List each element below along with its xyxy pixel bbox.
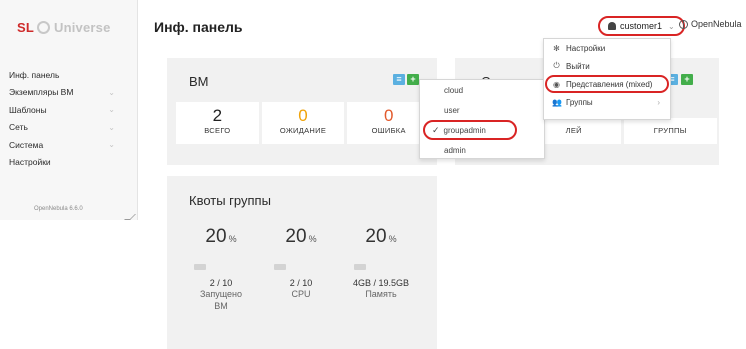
view-item-groupadmin[interactable]: ✓ groupadmin	[423, 120, 517, 140]
user-menu-button[interactable]: customer1 ⌄	[598, 16, 685, 36]
chevron-down-icon: ⌄	[108, 87, 115, 97]
system-stat-groups[interactable]: ГРУППЫ	[623, 118, 717, 144]
page-title: Инф. панель	[154, 19, 243, 35]
users-icon: 👥	[552, 97, 562, 107]
quota-card-title: Квоты группы	[189, 193, 271, 208]
sidebar-item-vms[interactable]: Экземпляры ВМ ⌄	[9, 84, 129, 102]
view-item-cloud[interactable]: cloud	[420, 80, 544, 100]
chevron-down-icon: ⌄	[668, 21, 675, 31]
view-item-user[interactable]: user	[420, 100, 544, 120]
resize-grip-icon[interactable]	[124, 214, 136, 220]
quota-card: Квоты группы 20% 2 / 10 Запущено ВМ 20% …	[167, 176, 437, 349]
brand-sl: SL	[17, 20, 35, 35]
quota-cpu: 20% 2 / 10 CPU	[261, 226, 341, 312]
vm-stats: 2 ВСЕГО 0 ОЖИДАНИЕ 0 ОШИБКА	[176, 102, 431, 144]
chevron-right-icon: ›	[657, 97, 660, 107]
sidebar-item-templates[interactable]: Шаблоны ⌄	[9, 101, 129, 119]
sidebar-nav: Инф. панель Экземпляры ВМ ⌄ Шаблоны ⌄ Сеть…	[9, 66, 129, 171]
power-icon: ⏻	[553, 61, 560, 70]
quota-running-vms: 20% 2 / 10 Запущено ВМ	[181, 226, 261, 312]
user-dropdown-menu: ✻ Настройки ⏻ Выйти ◉ Представления (mixed)…	[543, 38, 671, 120]
user-icon	[608, 22, 616, 30]
vm-stat-pending[interactable]: 0 ОЖИДАНИЕ	[261, 102, 345, 144]
eye-icon: ◉	[553, 79, 560, 89]
sidebar-item-settings[interactable]: Настройки	[9, 154, 129, 172]
zone-name: OpenNebula	[691, 19, 742, 29]
views-submenu: cloud user ✓ groupadmin admin	[419, 79, 545, 159]
quota-progress-bar	[194, 264, 206, 270]
brand-name: Universe	[54, 20, 111, 35]
chevron-down-icon: ⌄	[108, 122, 115, 132]
gear-icon: ✻	[553, 43, 560, 53]
sidebar: SL Universe Инф. панель Экземпляры ВМ ⌄ Ша…	[0, 0, 138, 220]
quota-progress-bar	[274, 264, 286, 270]
vm-stat-error[interactable]: 0 ОШИБКА	[347, 102, 431, 144]
view-item-admin[interactable]: admin	[420, 140, 544, 160]
menu-item-settings[interactable]: ✻ Настройки	[544, 39, 670, 57]
brand-mark-icon	[37, 21, 51, 34]
quota-progress-bar	[354, 264, 366, 270]
vm-card: ВМ ≡ + 2 ВСЕГО 0 ОЖИДАНИЕ 0 ОШИБКА	[167, 58, 437, 165]
menu-item-views[interactable]: ◉ Представления (mixed)	[545, 75, 669, 93]
menu-item-groups[interactable]: 👥 Группы ›	[544, 93, 670, 111]
menu-item-logout[interactable]: ⏻ Выйти	[544, 57, 670, 75]
system-stats: ЛЕЙ ГРУППЫ	[527, 118, 717, 144]
sidebar-item-network[interactable]: Сеть ⌄	[9, 119, 129, 137]
sidebar-item-system[interactable]: Система ⌄	[9, 136, 129, 154]
chevron-down-icon: ⌄	[108, 140, 115, 150]
check-icon: ✓	[432, 124, 440, 135]
vm-add-button[interactable]: +	[407, 74, 419, 85]
globe-icon	[679, 19, 688, 29]
chevron-down-icon: ⌄	[108, 105, 115, 115]
zone-menu-button[interactable]: OpenNebula	[679, 19, 742, 29]
vm-stat-total[interactable]: 2 ВСЕГО	[176, 102, 259, 144]
vm-list-button[interactable]: ≡	[393, 74, 405, 85]
sidebar-item-dashboard[interactable]: Инф. панель	[9, 66, 129, 84]
system-add-button[interactable]: +	[681, 74, 693, 85]
user-name: customer1	[620, 21, 663, 31]
quota-memory: 20% 4GB / 19.5GB Память	[352, 226, 410, 299]
quota-columns: 20% 2 / 10 Запущено ВМ 20% 2 / 10 CPU 20…	[181, 226, 421, 312]
version-label: OpenNebula 6.6.0	[34, 206, 83, 212]
brand-logo[interactable]: SL Universe	[17, 20, 111, 35]
vm-card-title: ВМ	[189, 74, 209, 89]
